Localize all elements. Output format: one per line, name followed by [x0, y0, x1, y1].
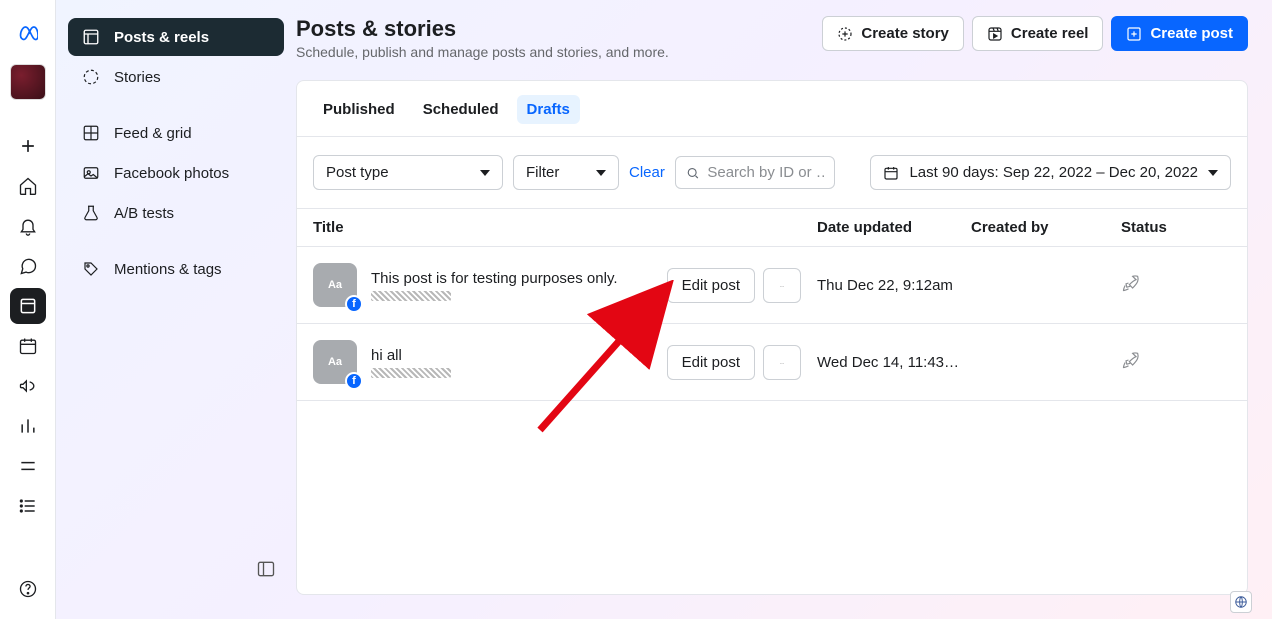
calendar-icon — [883, 165, 899, 181]
nav-ab-tests-label: A/B tests — [114, 205, 174, 222]
rocket-icon — [1121, 350, 1141, 370]
globe-icon — [1234, 595, 1248, 609]
date-range-label: Last 90 days: Sep 22, 2022 – Dec 20, 202… — [909, 164, 1198, 181]
nav-fb-photos[interactable]: Facebook photos — [68, 154, 284, 192]
search-input[interactable] — [707, 164, 824, 181]
nav-ab-tests[interactable]: A/B tests — [68, 194, 284, 232]
edit-post-button[interactable]: Edit post — [667, 345, 755, 380]
main-area: Posts & stories Schedule, publish and ma… — [296, 0, 1272, 619]
globe-button[interactable] — [1230, 591, 1252, 613]
meta-logo[interactable] — [8, 12, 48, 52]
page-subtitle: Schedule, publish and manage posts and s… — [296, 44, 669, 60]
filter-label: Filter — [526, 164, 559, 181]
search-icon — [686, 165, 700, 181]
nav-fb-photos-label: Facebook photos — [114, 165, 229, 182]
rail-insights-icon[interactable] — [10, 408, 46, 444]
rocket-icon — [1121, 273, 1141, 293]
collapse-panel-icon[interactable] — [256, 559, 276, 579]
filter-select[interactable]: Filter — [513, 155, 619, 190]
table-row[interactable]: Aa hi all Edit post Wed Dec 14, 11:43… — [297, 324, 1247, 401]
facebook-badge-icon — [345, 295, 363, 313]
rail-create-icon[interactable] — [10, 128, 46, 164]
post-status — [1121, 273, 1231, 297]
tab-published[interactable]: Published — [313, 95, 405, 124]
post-title: hi all — [371, 347, 667, 364]
dots-icon — [774, 286, 790, 290]
post-thumbnail: Aa — [313, 263, 357, 307]
rail-menu-icon[interactable] — [10, 448, 46, 484]
edit-post-button[interactable]: Edit post — [667, 268, 755, 303]
post-thumbnail: Aa — [313, 340, 357, 384]
rail-home-icon[interactable] — [10, 168, 46, 204]
col-title: Title — [313, 219, 817, 236]
rail-calendar-icon[interactable] — [10, 328, 46, 364]
nav-stories-label: Stories — [114, 69, 161, 86]
profile-avatar[interactable] — [10, 64, 46, 100]
post-title: This post is for testing purposes only. — [371, 270, 667, 287]
nav-mentions-tags[interactable]: Mentions & tags — [68, 250, 284, 288]
create-story-button[interactable]: Create story — [822, 16, 964, 51]
post-date: Wed Dec 14, 11:43… — [817, 354, 971, 371]
col-status: Status — [1121, 219, 1231, 236]
chevron-down-icon — [480, 170, 490, 176]
table-header: Title Date updated Created by Status — [297, 208, 1247, 247]
nav-feed-grid-label: Feed & grid — [114, 125, 192, 142]
nav-mentions-tags-label: Mentions & tags — [114, 261, 222, 278]
create-reel-label: Create reel — [1011, 25, 1089, 42]
rail-help-icon[interactable] — [10, 571, 46, 607]
search-box[interactable] — [675, 156, 835, 189]
tab-scheduled[interactable]: Scheduled — [413, 95, 509, 124]
nav-posts-reels-label: Posts & reels — [114, 29, 209, 46]
rail-list-icon[interactable] — [10, 488, 46, 524]
nav-stories[interactable]: Stories — [68, 58, 284, 96]
post-source-redacted — [371, 291, 451, 301]
nav-feed-grid[interactable]: Feed & grid — [68, 114, 284, 152]
post-source-redacted — [371, 368, 451, 378]
more-options-button[interactable] — [763, 345, 801, 380]
left-rail — [0, 0, 56, 619]
create-post-label: Create post — [1150, 25, 1233, 42]
post-icon — [1126, 26, 1142, 42]
page-header: Posts & stories Schedule, publish and ma… — [296, 16, 1248, 80]
chevron-down-icon — [596, 170, 606, 176]
post-date: Thu Dec 22, 9:12am — [817, 277, 971, 294]
col-date-updated: Date updated — [817, 219, 971, 236]
col-created-by: Created by — [971, 219, 1121, 236]
post-status — [1121, 350, 1231, 374]
side-panel: Posts & reels Stories Feed & grid Facebo… — [56, 0, 296, 619]
date-range-select[interactable]: Last 90 days: Sep 22, 2022 – Dec 20, 202… — [870, 155, 1231, 190]
facebook-badge-icon — [345, 372, 363, 390]
dots-icon — [774, 363, 790, 367]
rail-posts-icon[interactable] — [10, 288, 46, 324]
create-story-label: Create story — [861, 25, 949, 42]
page-title: Posts & stories — [296, 16, 669, 42]
create-post-button[interactable]: Create post — [1111, 16, 1248, 51]
reel-icon — [987, 26, 1003, 42]
tab-drafts[interactable]: Drafts — [517, 95, 580, 124]
story-icon — [837, 26, 853, 42]
post-type-label: Post type — [326, 164, 389, 181]
clear-link[interactable]: Clear — [629, 164, 665, 181]
rail-megaphone-icon[interactable] — [10, 368, 46, 404]
chevron-down-icon — [1208, 170, 1218, 176]
table-row[interactable]: Aa This post is for testing purposes onl… — [297, 247, 1247, 324]
post-type-select[interactable]: Post type — [313, 155, 503, 190]
nav-posts-reels[interactable]: Posts & reels — [68, 18, 284, 56]
rail-chat-icon[interactable] — [10, 248, 46, 284]
header-actions: Create story Create reel Create post — [822, 16, 1248, 51]
create-reel-button[interactable]: Create reel — [972, 16, 1104, 51]
content-card: Published Scheduled Drafts Post type Fil… — [296, 80, 1248, 595]
rail-bell-icon[interactable] — [10, 208, 46, 244]
tabs: Published Scheduled Drafts — [297, 81, 1247, 137]
toolbar: Post type Filter Clear Last 90 days: Sep… — [297, 137, 1247, 208]
more-options-button[interactable] — [763, 268, 801, 303]
